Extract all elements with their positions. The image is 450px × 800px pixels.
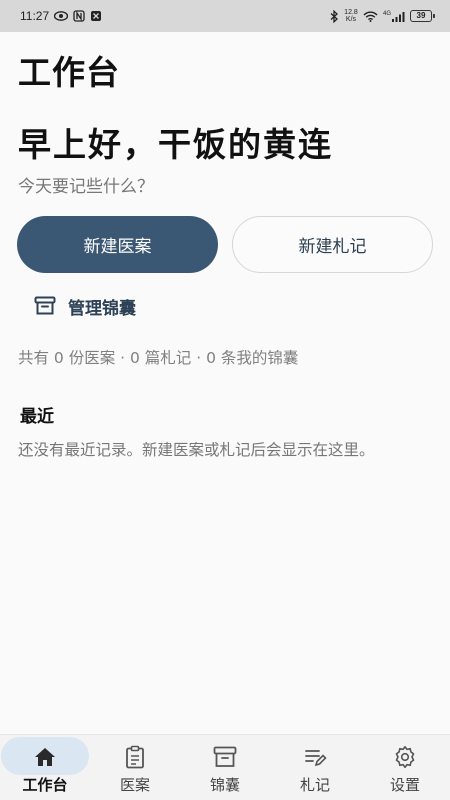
network-speed: 12.8 K/s	[344, 9, 358, 23]
nfc-icon	[73, 10, 85, 22]
gear-icon	[393, 744, 417, 770]
home-icon	[33, 744, 57, 770]
new-note-label: 新建札记	[298, 237, 367, 257]
notification-icon	[90, 10, 102, 22]
greeting-headline: 早上好，干饭的黄连	[18, 125, 333, 164]
nav-item-cases[interactable]: 医案	[90, 735, 180, 800]
manage-tips-label: 管理锦囊	[68, 298, 136, 319]
nav-label-workbench: 工作台	[22, 776, 68, 794]
status-left: 11:27	[20, 9, 102, 23]
stats-summary: 共有 0 份医案 · 0 篇札记 · 0 条我的锦囊	[18, 349, 299, 367]
new-case-button[interactable]: 新建医案	[17, 216, 218, 273]
nav-label-tips: 锦囊	[209, 776, 240, 794]
eye-icon	[54, 11, 69, 21]
clipboard-icon	[124, 744, 146, 770]
nav-item-notes[interactable]: 札记	[270, 735, 360, 800]
new-case-label: 新建医案	[83, 237, 152, 257]
network-speed-value: 12.8	[344, 9, 358, 16]
workbench-screen: 11:27 12.8 K/s 4G 39 工作台 早上好，干饭的黄连 今天要记些…	[0, 0, 450, 800]
note-edit-icon	[303, 744, 327, 770]
nav-item-tips[interactable]: 锦囊	[180, 735, 270, 800]
archive-icon	[213, 744, 237, 770]
new-note-button[interactable]: 新建札记	[232, 216, 433, 273]
wifi-icon	[363, 11, 378, 22]
status-time: 11:27	[20, 9, 50, 23]
nav-label-settings: 设置	[389, 776, 420, 794]
nav-item-workbench[interactable]: 工作台	[0, 735, 90, 800]
signal-type: 4G	[382, 10, 391, 17]
network-speed-unit: K/s	[345, 16, 357, 23]
bottom-nav: 工作台 医案 锦囊 札记 设置	[0, 734, 450, 800]
status-right: 12.8 K/s 4G 39	[330, 9, 435, 23]
status-bar: 11:27 12.8 K/s 4G 39	[0, 0, 450, 32]
page-title: 工作台	[18, 53, 120, 92]
manage-tips-button[interactable]: 管理锦囊	[34, 290, 136, 322]
battery-indicator: 39	[410, 10, 435, 22]
nav-label-cases: 医案	[119, 776, 150, 794]
recent-empty-message: 还没有最近记录。新建医案或札记后会显示在这里。	[18, 441, 375, 459]
nav-label-notes: 札记	[299, 776, 330, 794]
nav-item-settings[interactable]: 设置	[360, 735, 450, 800]
recent-section-title: 最近	[20, 407, 54, 427]
cellular-signal-icon: 4G	[383, 11, 405, 22]
bluetooth-icon	[330, 9, 339, 23]
greeting-subtitle: 今天要记些什么？	[18, 177, 154, 197]
archive-icon	[34, 296, 56, 316]
